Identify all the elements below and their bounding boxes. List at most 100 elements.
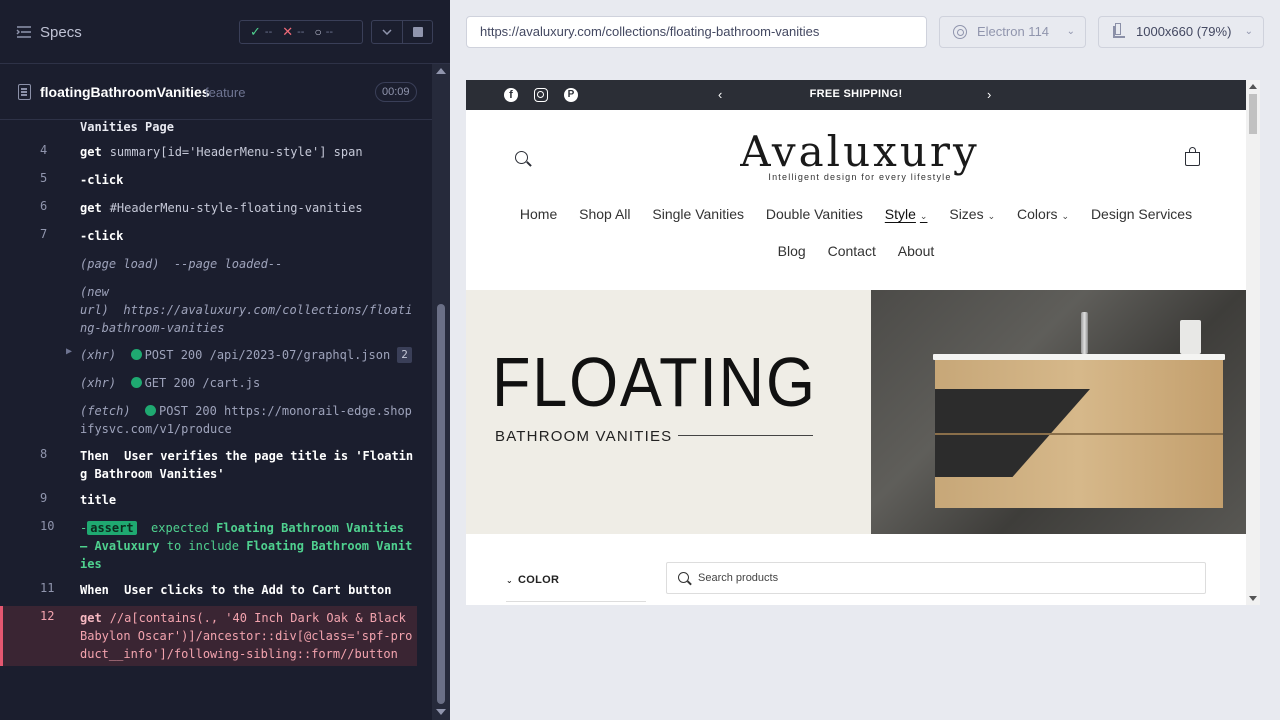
log-row-assert[interactable]: 10 - assert expected Floating Bathroom Va… (0, 519, 417, 573)
log-row-step[interactable]: 8 Then User verifies the page title is '… (0, 447, 417, 483)
stop-button[interactable] (403, 20, 433, 44)
passed-count: -- (264, 26, 273, 38)
nav-about[interactable]: About (898, 243, 935, 259)
scrollbar-thumb[interactable] (437, 304, 445, 704)
filter-divider (506, 601, 646, 602)
log-row-page-load[interactable]: (page load) --page loaded-- (0, 255, 417, 273)
scroll-down-icon[interactable] (436, 709, 446, 715)
color-filter-toggle[interactable]: ⌄ COLOR (506, 574, 559, 586)
product-search-input[interactable]: Search products (666, 562, 1206, 594)
nav-shop-all[interactable]: Shop All (579, 206, 630, 222)
event-label: (xhr) (80, 376, 117, 390)
status-dot-icon (130, 349, 142, 360)
nav-colors[interactable]: Colors ⌄ (1017, 206, 1069, 222)
spec-extension: feature (205, 85, 246, 100)
announcement-bar: f P ‹ FREE SHIPPING! › (466, 80, 1246, 110)
chevron-left-icon[interactable]: ‹ (718, 87, 722, 102)
hero-title: FLOATING (492, 343, 817, 421)
chevron-right-icon[interactable]: › (987, 87, 991, 102)
chevron-down-icon: ⌄ (1061, 211, 1070, 221)
log-row[interactable]: 5 -click (0, 171, 417, 189)
assert-include: to include (166, 539, 239, 553)
options-dropdown-button[interactable] (371, 20, 403, 44)
log-row-xhr[interactable]: ▶ (xhr) POST 200 /api/2023-07/graphql.js… (0, 346, 417, 364)
specs-bar: Specs ✓ -- ✕ -- ○ -- (0, 0, 450, 64)
site-logo[interactable]: Avaluxury Intelligent design for every l… (740, 130, 980, 183)
nav-single-vanities[interactable]: Single Vanities (652, 206, 744, 222)
log-row-fetch[interactable]: (fetch) POST 200 https://monorail-edge.s… (0, 402, 417, 438)
log-row[interactable]: 6 get #HeaderMenu-style-floating-vanities (0, 199, 417, 217)
chevron-down-icon: ⌄ (506, 576, 514, 585)
log-row-failed[interactable]: 12 get//a[contains(., '40 Inch Dark Oak … (0, 606, 417, 666)
viewport-selector[interactable]: 1000x660 (79%) ⌄ (1098, 16, 1264, 48)
search-icon (678, 572, 689, 583)
scroll-up-icon[interactable] (1249, 84, 1257, 89)
event-message: --page loaded-- (173, 257, 283, 271)
announcement-text: FREE SHIPPING! (809, 88, 903, 100)
scrollbar-thumb[interactable] (1249, 94, 1257, 134)
hero-divider (678, 435, 813, 436)
nav-design-services[interactable]: Design Services (1091, 206, 1192, 222)
log-row[interactable]: 7 -click (0, 227, 417, 245)
row-number: 11 (40, 581, 55, 595)
command-arg: summary[id='HeaderMenu-style'] span (109, 145, 363, 159)
log-row-xhr[interactable]: (xhr) GET 200 /cart.js (0, 374, 417, 392)
site-header: Avaluxury Intelligent design for every l… (466, 110, 1246, 290)
assert-badge: assert (87, 521, 137, 535)
spec-duration: 00:09 (375, 82, 417, 102)
command-name: -click (80, 173, 124, 187)
nav-home[interactable]: Home (520, 206, 557, 222)
search-icon[interactable] (515, 151, 528, 164)
logo-tagline: Intelligent design for every lifestyle (768, 172, 952, 182)
facebook-icon[interactable]: f (504, 88, 518, 102)
command-log-scrollbar[interactable] (432, 64, 450, 720)
assert-expected: expected (151, 521, 209, 535)
command-name: get (80, 145, 102, 159)
nav-contact[interactable]: Contact (828, 243, 876, 259)
log-row-new-url[interactable]: (new url) https://avaluxury.com/collectio… (0, 283, 417, 337)
url-bar[interactable]: https://avaluxury.com/collections/floati… (466, 16, 927, 48)
row-number: 8 (40, 447, 48, 461)
nav-blog[interactable]: Blog (778, 243, 806, 259)
step-text: User verifies the page title is 'Floatin… (80, 449, 414, 481)
page-scrollbar[interactable] (1246, 80, 1260, 605)
chevron-down-icon: ⌄ (1066, 26, 1075, 37)
passed-stat: ✓ -- (250, 24, 272, 40)
step-text: User clicks to the Add to Cart button (124, 583, 392, 597)
nav-style[interactable]: Style ⌄ (885, 206, 928, 222)
row-number: 6 (40, 199, 48, 213)
nav-sizes[interactable]: Sizes ⌄ (949, 206, 995, 222)
hero-subtitle: BATHROOM VANITIES (495, 428, 673, 445)
instagram-icon[interactable] (534, 88, 548, 102)
log-row-step[interactable]: 11 When User clicks to the Add to Cart b… (0, 581, 417, 599)
cart-icon[interactable] (1185, 147, 1200, 166)
request-info: POST 200 /api/2023-07/graphql.json (144, 348, 391, 362)
new-url-value: https://avaluxury.com/collections/floati… (80, 303, 413, 335)
document-icon (18, 84, 31, 100)
nav-label: Sizes (949, 206, 984, 222)
collection-filters: ⌄ COLOR Search products (466, 534, 1246, 605)
nav-label: Style (884, 206, 916, 222)
electron-icon (953, 25, 967, 39)
request-info: GET 200 /cart.js (144, 376, 261, 390)
event-label: (new (80, 285, 109, 299)
gherkin-keyword: When (80, 583, 109, 597)
log-row[interactable]: 4 get summary[id='HeaderMenu-style'] span (0, 143, 417, 161)
pinterest-icon[interactable]: P (564, 88, 578, 102)
cup-shape (1180, 320, 1201, 354)
failed-stat: ✕ -- (282, 24, 304, 40)
chevron-down-icon: ⌄ (987, 211, 996, 221)
specs-title[interactable]: Specs (40, 24, 82, 41)
scroll-down-icon[interactable] (1249, 596, 1257, 601)
command-name: title (80, 493, 117, 507)
browser-selector[interactable]: Electron 114 ⌄ (939, 16, 1086, 48)
event-label: (page load) (80, 257, 160, 271)
collection-hero-banner: FLOATING BATHROOM VANITIES (466, 290, 1246, 534)
expand-caret-icon[interactable]: ▶ (66, 346, 72, 357)
step-text: Vanities Page (80, 120, 174, 134)
scroll-up-icon[interactable] (436, 68, 446, 74)
log-row[interactable]: 9 title (0, 491, 417, 509)
specs-list-icon[interactable] (16, 24, 32, 40)
nav-double-vanities[interactable]: Double Vanities (766, 206, 863, 222)
faucet-shape (1081, 312, 1088, 354)
